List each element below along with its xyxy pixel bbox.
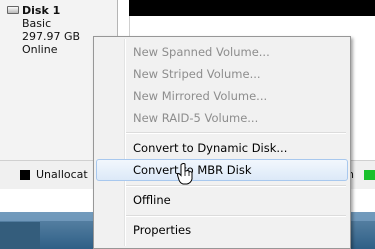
menu-separator [126, 132, 346, 134]
disk-type: Basic [22, 17, 52, 30]
menu-item-new-mirrored-volume[interactable]: New Mirrored Volume... [96, 85, 348, 107]
menu-item-properties[interactable]: Properties [96, 219, 348, 241]
primary-partition-swatch [364, 170, 375, 180]
menu-item-offline[interactable]: Offline [96, 189, 348, 211]
unallocated-swatch [20, 170, 30, 180]
taskbar-start-area[interactable] [0, 222, 40, 249]
menu-item-convert-to-dynamic-disk[interactable]: Convert to Dynamic Disk... [96, 137, 348, 159]
hand-cursor-icon [177, 163, 193, 185]
legend-unallocated-label: Unallocat [36, 168, 88, 181]
menu-separator [126, 215, 346, 217]
disk-name: Disk 1 [22, 4, 61, 17]
volume-header-bar [129, 0, 375, 16]
menu-item-new-raid5-volume[interactable]: New RAID-5 Volume... [96, 107, 348, 129]
menu-item-new-spanned-volume[interactable]: New Spanned Volume... [96, 41, 348, 63]
context-menu: New Spanned Volume... New Striped Volume… [93, 36, 351, 249]
menu-separator [126, 185, 346, 187]
menu-item-new-striped-volume[interactable]: New Striped Volume... [96, 63, 348, 85]
menu-item-convert-to-mbr-disk[interactable]: Convert to MBR Disk [96, 159, 348, 181]
disk-icon [7, 6, 19, 14]
